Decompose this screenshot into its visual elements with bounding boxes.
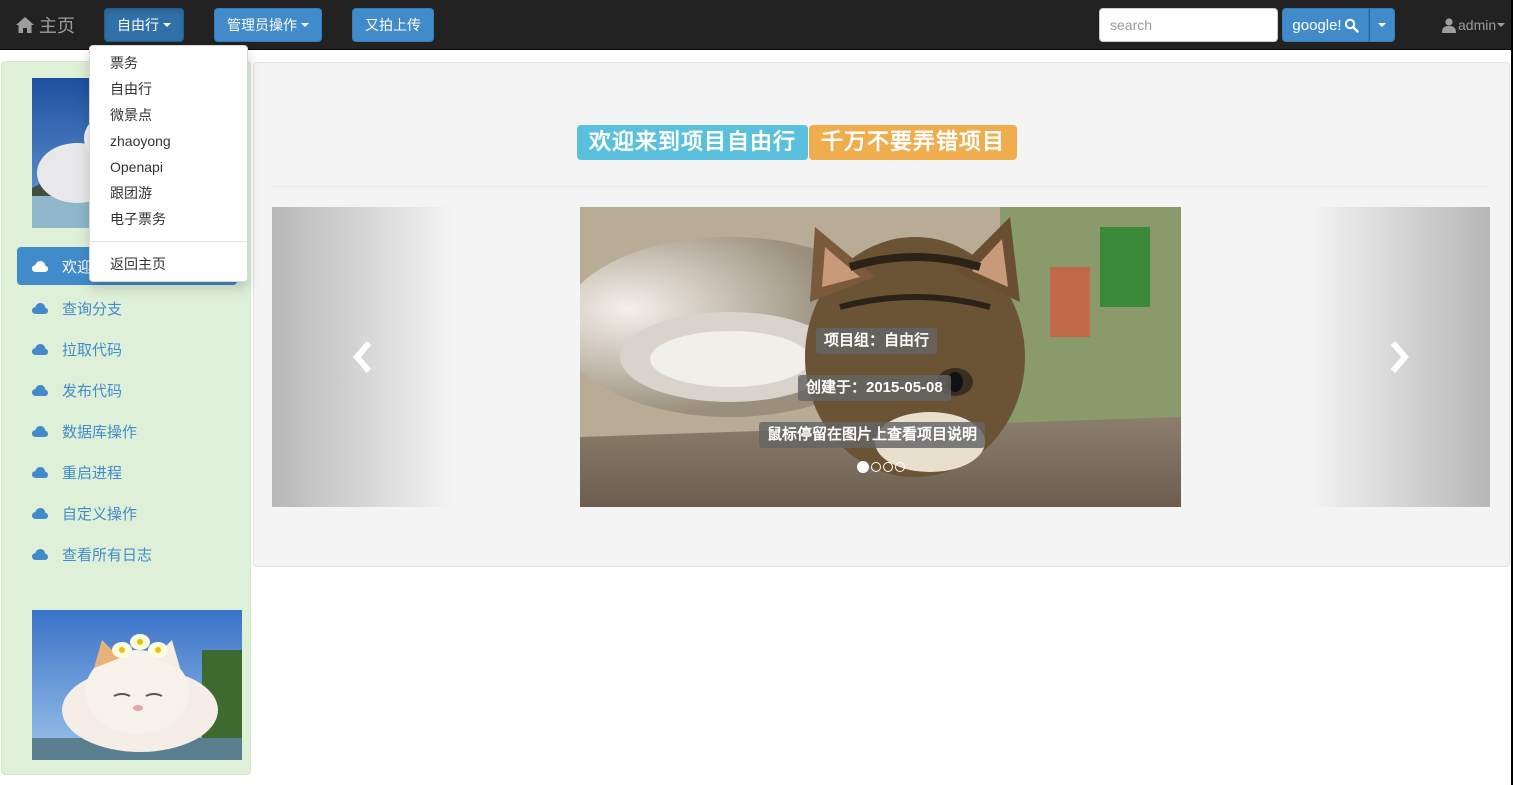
- carousel-indicator-2[interactable]: [871, 462, 881, 472]
- menu-ziyouxing-label: 自由行: [117, 17, 159, 33]
- dropdown-item-zhaoyong[interactable]: zhaoyong: [90, 129, 247, 155]
- caret-down-icon: [1378, 23, 1386, 27]
- dropdown-item-ziyouxing[interactable]: 自由行: [90, 77, 247, 103]
- home-link[interactable]: 主页: [15, 13, 75, 37]
- dropdown-item-e-tickets[interactable]: 电子票务: [90, 207, 247, 233]
- sidebar-item-publish-code[interactable]: 发布代码: [17, 370, 237, 411]
- carousel-indicators: [857, 461, 905, 473]
- cloud-icon: [32, 344, 48, 355]
- cloud-icon: [32, 303, 48, 314]
- carousel-caption-created: 创建于：2015-05-08: [798, 375, 951, 401]
- carousel-caption-hint: 鼠标停留在图片上查看项目说明: [759, 422, 986, 448]
- user-name: admin: [1458, 17, 1497, 33]
- sidebar-nav: 欢迎 查询分支 拉取代码 发布代码 数据库操作 重启进程 自定义操作 查看所有日…: [17, 247, 237, 575]
- google-search-label: google!: [1292, 16, 1342, 34]
- search-options-toggle[interactable]: [1369, 8, 1395, 42]
- menu-ziyouxing-button[interactable]: 自由行: [104, 8, 184, 42]
- home-icon: [16, 17, 34, 33]
- menu-admin-ops-label: 管理员操作: [227, 17, 297, 33]
- home-label: 主页: [39, 16, 75, 36]
- dropdown-item-tickets[interactable]: 票务: [90, 51, 247, 77]
- menu-admin-ops-button[interactable]: 管理员操作: [214, 8, 322, 42]
- carousel-prev-control[interactable]: [272, 207, 454, 507]
- sidebar-item-restart-process[interactable]: 重启进程: [17, 452, 237, 493]
- caret-down-icon: [301, 23, 309, 27]
- cloud-icon: [32, 260, 48, 272]
- chevron-right-icon: [1390, 341, 1409, 373]
- caret-down-icon: [163, 23, 171, 27]
- caret-down-icon: [1497, 23, 1506, 27]
- top-navbar: 主页 自由行 管理员操作 又拍上传 google! admin: [0, 0, 1511, 50]
- cloud-icon: [32, 385, 48, 396]
- sidebar-item-all-logs[interactable]: 查看所有日志: [17, 534, 237, 575]
- dropdown-item-back-home[interactable]: 返回主页: [90, 252, 247, 278]
- sidebar-cat-photo-bottom: [32, 610, 242, 760]
- google-search-button[interactable]: google!: [1282, 8, 1369, 42]
- sidebar-item-label: 重启进程: [62, 465, 123, 482]
- dropdown-item-group-tour[interactable]: 跟团游: [90, 181, 247, 207]
- user-icon: [1442, 17, 1456, 33]
- sidebar-item-database-ops[interactable]: 数据库操作: [17, 411, 237, 452]
- upyun-upload-label: 又拍上传: [365, 17, 421, 33]
- sidebar-item-query-branch[interactable]: 查询分支: [17, 288, 237, 329]
- dropdown-divider: [90, 241, 247, 242]
- sidebar-item-pull-code[interactable]: 拉取代码: [17, 329, 237, 370]
- sidebar-item-label: 自定义操作: [62, 506, 138, 523]
- divider: [271, 186, 1489, 187]
- search-icon: [1344, 18, 1359, 33]
- carousel-caption-group: 项目组：自由行: [816, 328, 938, 354]
- cloud-icon: [32, 508, 48, 519]
- carousel-indicator-4[interactable]: [895, 462, 905, 472]
- sidebar-item-custom-ops[interactable]: 自定义操作: [17, 493, 237, 534]
- carousel-indicator-1[interactable]: [857, 461, 869, 473]
- user-menu[interactable]: admin: [1442, 14, 1506, 36]
- sidebar-item-label: 数据库操作: [62, 424, 138, 441]
- dropdown-item-openapi[interactable]: Openapi: [90, 155, 247, 181]
- welcome-badge: 欢迎来到项目自由行: [577, 125, 809, 160]
- cloud-icon: [32, 549, 48, 560]
- sidebar-item-label: 查询分支: [62, 301, 123, 318]
- carousel-indicator-3[interactable]: [883, 462, 893, 472]
- sidebar-item-label: 查看所有日志: [62, 547, 153, 564]
- cloud-icon: [32, 467, 48, 478]
- upyun-upload-button[interactable]: 又拍上传: [352, 8, 434, 42]
- dropdown-item-micro-spots[interactable]: 微景点: [90, 103, 247, 129]
- project-headline: 欢迎来到项目自由行 千万不要弄错项目: [577, 125, 1018, 160]
- chevron-left-icon: [353, 341, 372, 373]
- search-input[interactable]: [1099, 8, 1278, 42]
- sidebar-item-label: 拉取代码: [62, 342, 123, 359]
- carousel-next-control[interactable]: [1308, 207, 1490, 507]
- sidebar-item-label: 欢迎: [62, 258, 93, 276]
- warning-badge: 千万不要弄错项目: [809, 125, 1018, 160]
- ziyouxing-dropdown-menu: 票务 自由行 微景点 zhaoyong Openapi 跟团游 电子票务 返回主…: [89, 45, 248, 282]
- cloud-icon: [32, 426, 48, 437]
- sidebar-item-label: 发布代码: [62, 383, 123, 400]
